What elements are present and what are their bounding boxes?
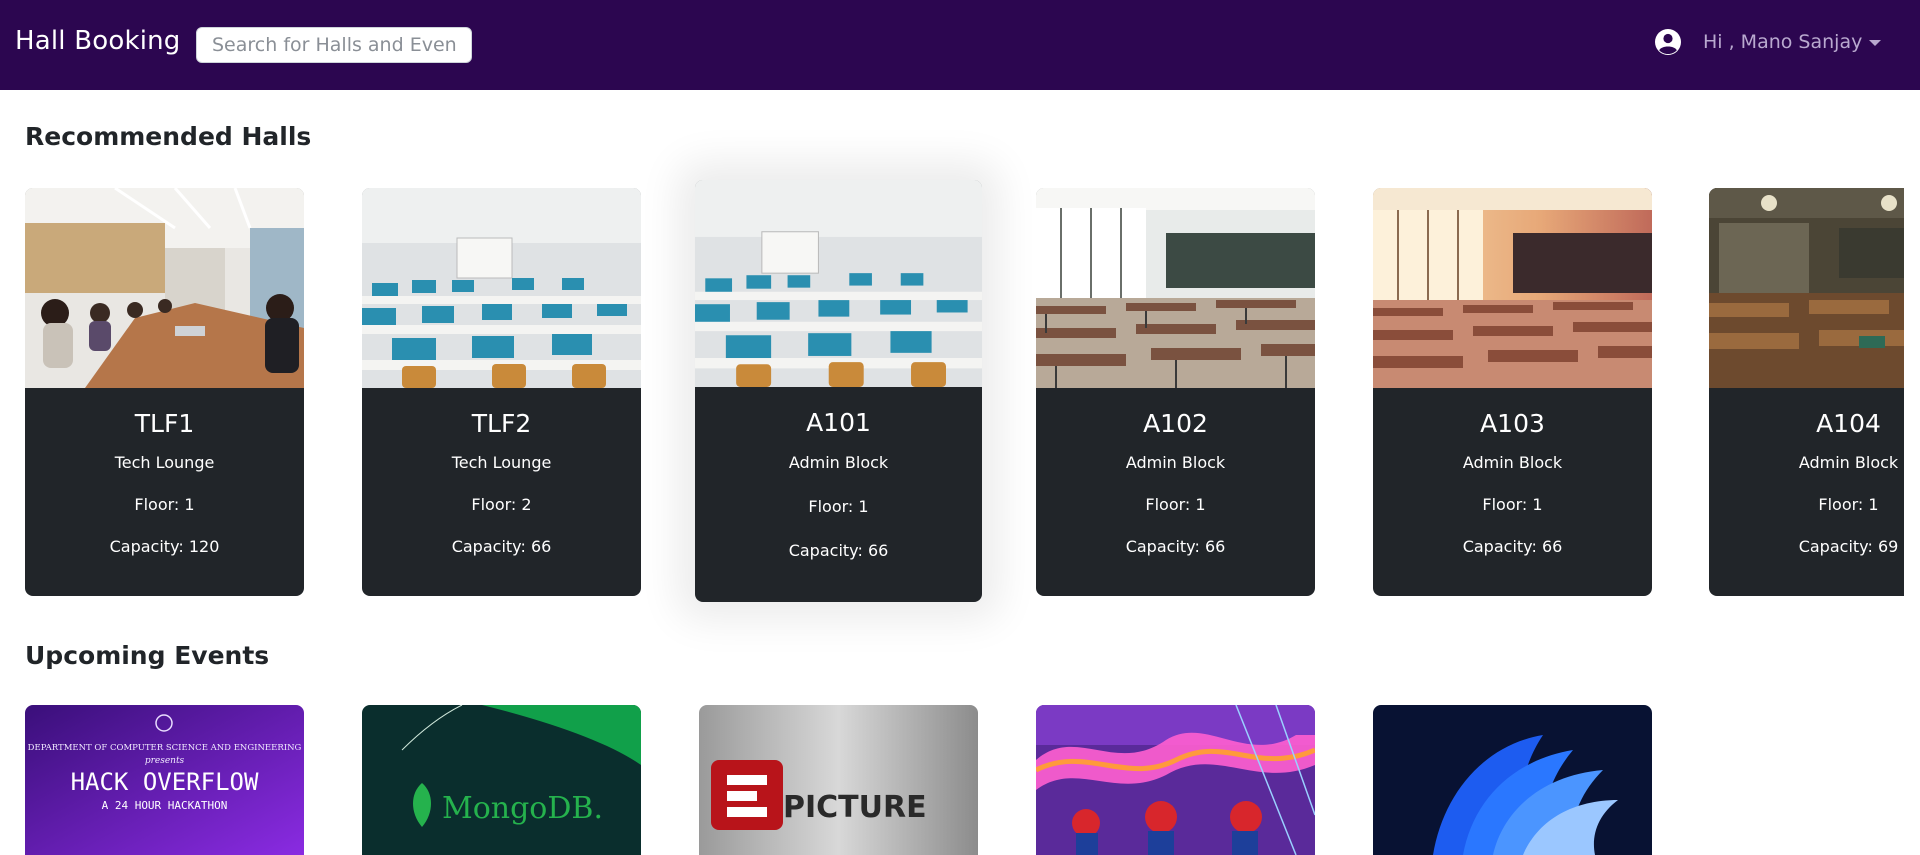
hall-floor: Floor: 1 xyxy=(1145,495,1206,514)
hall-name: A103 xyxy=(1480,409,1545,438)
hall-name: TLF1 xyxy=(134,409,195,438)
hall-info: TLF1 Tech Lounge Floor: 1 Capacity: 120 xyxy=(25,388,304,557)
hall-block: Admin Block xyxy=(1462,453,1563,472)
hall-card-a101[interactable]: A101 Admin Block Floor: 1 Capacity: 66 xyxy=(695,180,982,602)
hall-block: Admin Block xyxy=(1798,453,1899,472)
user-circle-icon xyxy=(1655,29,1681,55)
hall-info: A101 Admin Block Floor: 1 Capacity: 66 xyxy=(695,387,982,561)
hall-capacity: Capacity: 66 xyxy=(1125,537,1226,556)
hall-name: A104 xyxy=(1816,409,1881,438)
hall-block: Admin Block xyxy=(788,453,889,472)
hall-card-tlf2[interactable]: TLF2 Tech Lounge Floor: 2 Capacity: 66 xyxy=(362,188,641,596)
top-navbar: Hall Booking Hi , Mano Sanjay xyxy=(0,0,1920,90)
hall-card-a102[interactable]: A102 Admin Block Floor: 1 Capacity: 66 xyxy=(1036,188,1315,596)
hall-info: A102 Admin Block Floor: 1 Capacity: 66 xyxy=(1036,388,1315,557)
upcoming-events-title: Upcoming Events xyxy=(25,641,270,670)
hall-card-tlf1[interactable]: TLF1 Tech Lounge Floor: 1 Capacity: 120 xyxy=(25,188,304,596)
event-name: MongoDB. xyxy=(442,791,603,826)
recommended-halls-title: Recommended Halls xyxy=(25,122,312,151)
hall-image xyxy=(695,180,982,387)
event-dept: DEPARTMENT OF COMPUTER SCIENCE AND ENGIN… xyxy=(28,743,302,753)
hall-name: TLF2 xyxy=(471,409,532,438)
event-name: PICTURE xyxy=(783,790,927,825)
hall-info: A104 Admin Block Floor: 1 Capacity: 69 xyxy=(1709,388,1920,557)
hall-image xyxy=(1373,188,1652,388)
hall-info: A103 Admin Block Floor: 1 Capacity: 66 xyxy=(1373,388,1652,557)
hall-card-a103[interactable]: A103 Admin Block Floor: 1 Capacity: 66 xyxy=(1373,188,1652,596)
hall-image xyxy=(1036,188,1315,388)
hall-floor: Floor: 1 xyxy=(808,497,869,516)
hall-image xyxy=(1709,188,1920,388)
hall-capacity: Capacity: 66 xyxy=(451,537,552,556)
hall-capacity: Capacity: 66 xyxy=(1462,537,1563,556)
hall-block: Tech Lounge xyxy=(451,453,552,472)
event-presents: presents xyxy=(145,756,185,766)
hall-block: Admin Block xyxy=(1125,453,1226,472)
event-subtitle: A 24 HOUR HACKATHON xyxy=(102,799,228,812)
hall-image xyxy=(362,188,641,388)
hall-name: A102 xyxy=(1143,409,1208,438)
user-menu-dropdown[interactable]: Hi , Mano Sanjay xyxy=(1654,28,1882,56)
event-name: HACK OVERFLOW xyxy=(71,768,259,796)
hall-name: A101 xyxy=(806,408,871,437)
chevron-down-icon xyxy=(1869,40,1882,46)
carousel-clip-edge xyxy=(1904,150,1920,833)
hall-capacity: Capacity: 66 xyxy=(788,541,889,560)
hall-card-a104[interactable]: A104 Admin Block Floor: 1 Capacity: 69 xyxy=(1709,188,1920,596)
hall-capacity: Capacity: 120 xyxy=(109,537,220,556)
hall-floor: Floor: 1 xyxy=(1818,495,1879,514)
hall-floor: Floor: 1 xyxy=(134,495,195,514)
hall-info: TLF2 Tech Lounge Floor: 2 Capacity: 66 xyxy=(362,388,641,557)
hall-floor: Floor: 2 xyxy=(471,495,532,514)
hall-block: Tech Lounge xyxy=(114,453,215,472)
hall-floor: Floor: 1 xyxy=(1482,495,1543,514)
user-greeting: Hi , Mano Sanjay xyxy=(1703,31,1863,53)
search-input[interactable] xyxy=(196,27,472,63)
hall-capacity: Capacity: 69 xyxy=(1798,537,1899,556)
hall-image xyxy=(25,188,304,388)
brand-title[interactable]: Hall Booking xyxy=(15,26,181,56)
